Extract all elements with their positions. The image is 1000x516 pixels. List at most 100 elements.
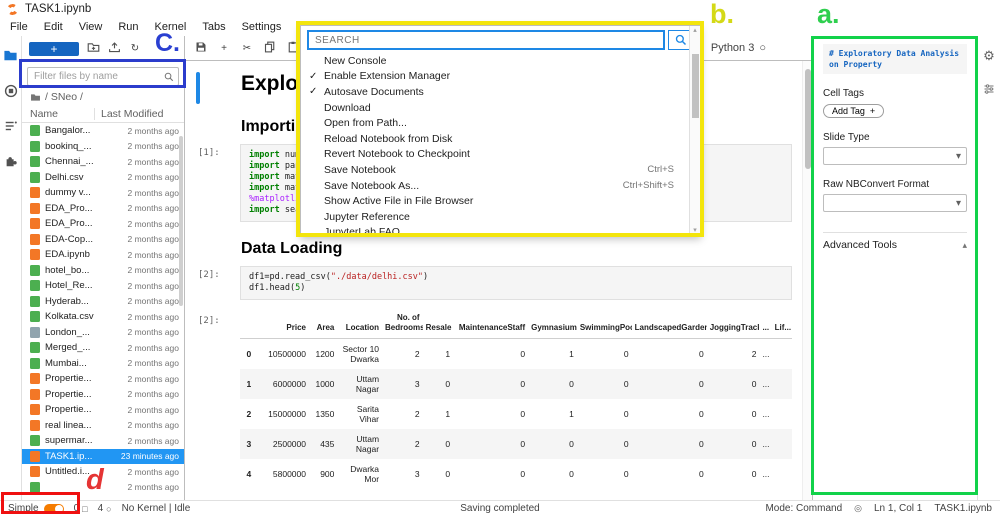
menu-kernel[interactable]: Kernel xyxy=(147,21,195,33)
menu-scrollbar-track[interactable]: ▴ ▾ xyxy=(689,26,700,235)
menu-tabs[interactable]: Tabs xyxy=(194,21,233,33)
search-icon xyxy=(164,72,174,82)
notebook-scrollbar-thumb[interactable] xyxy=(804,69,811,169)
menu-item-enable-extension-manager[interactable]: ✓ Enable Extension Manager xyxy=(301,69,700,85)
file-row[interactable]: London_... 2 months ago xyxy=(22,325,184,341)
file-modified: 2 months ago xyxy=(127,296,179,307)
file-row[interactable]: Bangalor... 2 months ago xyxy=(22,123,184,139)
menu-item-label: Open from Path... xyxy=(324,117,407,130)
kernel-count[interactable]: 4 ○ xyxy=(98,503,112,514)
table-of-contents-icon[interactable] xyxy=(4,119,18,138)
csv-file-icon xyxy=(30,171,40,183)
file-browser-scrollbar[interactable] xyxy=(179,136,183,306)
file-row[interactable]: supermar... 2 months ago xyxy=(22,433,184,449)
file-name: EDA-Cop... xyxy=(45,233,94,245)
menu-item-open-from-path[interactable]: Open from Path... xyxy=(301,115,700,131)
file-row[interactable]: Propertie... 2 months ago xyxy=(22,402,184,418)
menu-item-reload-notebook-from-disk[interactable]: Reload Notebook from Disk xyxy=(301,131,700,147)
paste-icon[interactable] xyxy=(287,41,299,56)
cut-icon[interactable]: ✂ xyxy=(241,43,253,54)
menu-run[interactable]: Run xyxy=(110,21,146,33)
cell-source-line: # Exploratory Data Analysis xyxy=(829,49,960,58)
menu-item-revert-notebook-to-checkpoint[interactable]: Revert Notebook to Checkpoint xyxy=(301,147,700,163)
refresh-icon[interactable]: ↻ xyxy=(129,43,141,54)
menu-item-autosave-documents[interactable]: ✓ Autosave Documents xyxy=(301,84,700,100)
file-row[interactable]: TASK1.ip... 23 minutes ago xyxy=(22,448,184,464)
menu-scrollbar-thumb[interactable] xyxy=(691,54,699,118)
inspector-sliders-icon[interactable] xyxy=(983,82,995,100)
file-row[interactable]: Propertie... 2 months ago xyxy=(22,387,184,403)
menu-item-save-notebook-as[interactable]: Save Notebook As... Ctrl+Shift+S xyxy=(301,178,700,194)
scroll-down-icon[interactable]: ▾ xyxy=(690,226,700,235)
file-row[interactable]: Chennai_... 2 months ago xyxy=(22,154,184,170)
file-row[interactable]: Merged_... 2 months ago xyxy=(22,340,184,356)
code-cell-2[interactable]: df1=pd.read_csv("./data/delhi.csv") df1.h… xyxy=(240,266,792,300)
file-row[interactable]: 2 months ago xyxy=(22,480,184,496)
file-name: EDA_Pro... xyxy=(45,202,93,214)
simple-mode-toggle[interactable]: Simple xyxy=(8,503,64,514)
file-row[interactable]: EDA_Pro... 2 months ago xyxy=(22,216,184,232)
extensions-puzzle-icon[interactable] xyxy=(4,154,18,173)
menu-view[interactable]: View xyxy=(71,21,111,33)
notification-bell-icon[interactable]: ◎ xyxy=(854,503,862,514)
upload-icon[interactable] xyxy=(108,41,121,57)
kernel-indicator[interactable]: Python 3 ○ xyxy=(711,42,802,54)
file-row[interactable]: Mumbai... 2 months ago xyxy=(22,356,184,372)
file-row[interactable]: Propertie... 2 months ago xyxy=(22,371,184,387)
csv-file-icon xyxy=(30,295,40,307)
file-row[interactable]: hotel_bo... 2 months ago xyxy=(22,263,184,279)
terminal-count[interactable]: 0 □ xyxy=(74,503,88,514)
menu-edit[interactable]: Edit xyxy=(36,21,71,33)
notebook-scrollbar-track[interactable] xyxy=(802,61,812,500)
menu-item-show-active-file-in-file-browser[interactable]: Show Active File in File Browser xyxy=(301,193,700,209)
scroll-up-icon[interactable]: ▴ xyxy=(690,26,700,35)
file-modified: 2 months ago xyxy=(127,280,179,291)
nbconvert-format-select[interactable]: ▾ xyxy=(823,194,967,212)
copy-icon[interactable] xyxy=(264,41,276,56)
cursor-position[interactable]: Ln 1, Col 1 xyxy=(874,503,922,514)
file-browser-tab-icon[interactable] xyxy=(3,48,18,68)
menu-item-jupyter-reference[interactable]: Jupyter Reference xyxy=(301,209,700,225)
table-cell: ... xyxy=(762,349,770,359)
column-header-name[interactable]: Name xyxy=(30,108,94,120)
file-row[interactable]: EDA.ipynb 2 months ago xyxy=(22,247,184,263)
file-row[interactable]: EDA_Pro... 2 months ago xyxy=(22,201,184,217)
menu-search-input[interactable] xyxy=(307,30,665,50)
advanced-tools-toggle[interactable]: Advanced Tools ▴ xyxy=(823,232,967,251)
caret-up-icon: ▴ xyxy=(962,239,967,250)
file-row[interactable]: Hyderab... 2 months ago xyxy=(22,294,184,310)
new-launcher-button[interactable]: + xyxy=(29,41,79,56)
breadcrumb-path[interactable]: / SNeo / xyxy=(45,91,83,103)
menu-item-jupyterlab-faq[interactable]: JupyterLab FAQ xyxy=(301,225,700,235)
menu-item-label: New Console xyxy=(324,54,387,67)
table-row: 1 6000000 1000 Uttam Nagar 3 0 0 0 0 0 0... xyxy=(240,369,792,399)
checkmark-icon: ✓ xyxy=(309,86,318,98)
file-row[interactable]: Delhi.csv 2 months ago xyxy=(22,170,184,186)
file-row[interactable]: Untitled.i... 2 months ago xyxy=(22,464,184,480)
running-sessions-icon[interactable] xyxy=(4,84,18,103)
add-tag-button[interactable]: Add Tag + xyxy=(823,104,885,118)
column-header-modified[interactable]: Last Modified xyxy=(94,107,176,120)
table-cell: Uttam Nagar xyxy=(355,434,380,454)
menu-item-label: Save Notebook As... xyxy=(324,179,420,192)
menu-settings[interactable]: Settings xyxy=(234,21,290,33)
kernel-status[interactable]: No Kernel | Idle xyxy=(122,503,191,514)
new-folder-icon[interactable] xyxy=(87,41,100,57)
settings-gear-icon[interactable]: ⚙ xyxy=(983,48,995,64)
menu-file[interactable]: File xyxy=(2,21,36,33)
file-row[interactable]: EDA-Cop... 2 months ago xyxy=(22,232,184,248)
file-row[interactable]: real linea... 2 months ago xyxy=(22,418,184,434)
menu-item-save-notebook[interactable]: Save Notebook Ctrl+S xyxy=(301,162,700,178)
file-row[interactable]: Kolkata.csv 2 months ago xyxy=(22,309,184,325)
file-modified: 2 months ago xyxy=(127,265,179,276)
file-row[interactable]: bookinq_... 2 months ago xyxy=(22,139,184,155)
menu-item-download[interactable]: Download xyxy=(301,100,700,116)
file-row[interactable]: Hotel_Re... 2 months ago xyxy=(22,278,184,294)
filter-files-input[interactable] xyxy=(27,67,179,86)
file-name: Hotel_Re... xyxy=(45,280,93,292)
save-icon[interactable] xyxy=(195,41,207,56)
file-row[interactable]: dummy v... 2 months ago xyxy=(22,185,184,201)
slide-type-select[interactable]: ▾ xyxy=(823,147,967,165)
menu-item-new-console[interactable]: New Console xyxy=(301,53,700,69)
insert-cell-icon[interactable]: + xyxy=(218,43,230,54)
